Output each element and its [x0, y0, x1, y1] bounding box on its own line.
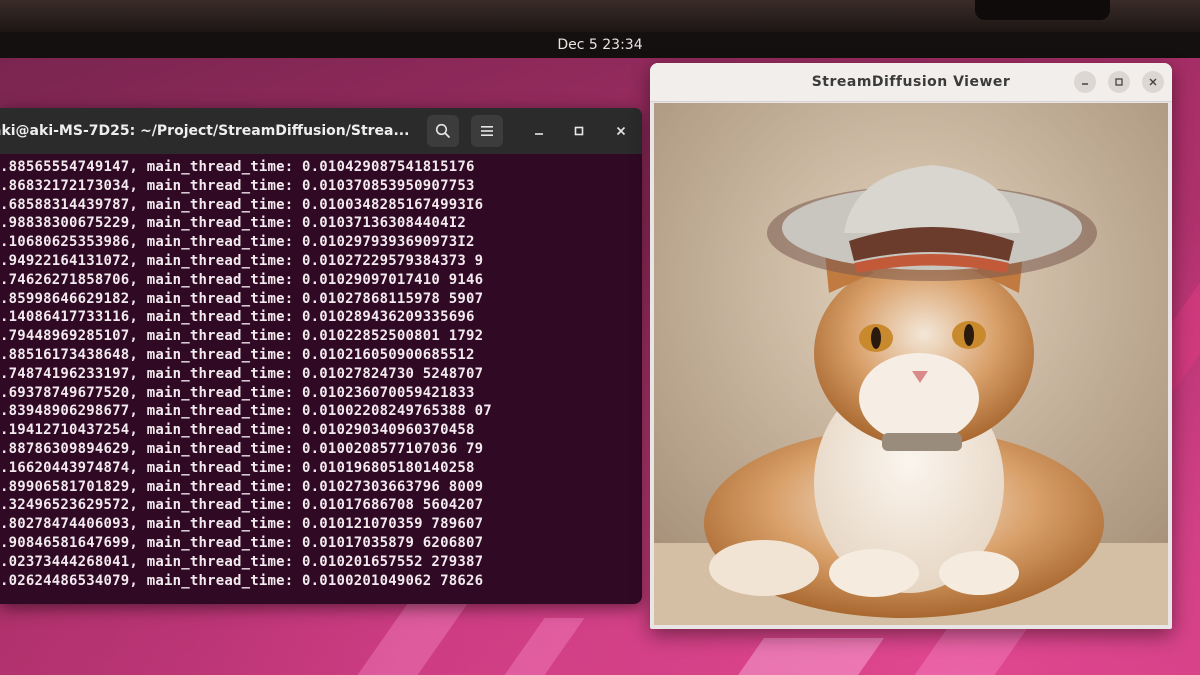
- wallpaper-streak: [348, 598, 472, 675]
- menu-button[interactable]: [471, 115, 503, 147]
- viewer-close-button[interactable]: [1142, 71, 1164, 93]
- terminal-header[interactable]: aki@aki-MS-7D25: ~/Project/StreamDiffusi…: [0, 108, 642, 154]
- viewer-maximize-button[interactable]: [1108, 71, 1130, 93]
- terminal-line: .02373444268041, main_thread_time: 0.010…: [0, 553, 484, 570]
- terminal-line: .69378749677520, main_thread_time: 0.010…: [0, 384, 475, 401]
- terminal-line: .74626271858706, main_thread_time: 0.010…: [0, 271, 484, 288]
- close-icon: [616, 126, 626, 136]
- close-icon: [1149, 78, 1157, 86]
- terminal-minimize-button[interactable]: [528, 120, 550, 142]
- viewer-window[interactable]: StreamDiffusion Viewer: [650, 63, 1172, 629]
- terminal-title: aki@aki-MS-7D25: ~/Project/StreamDiffusi…: [0, 123, 410, 139]
- terminal-line: .16620443974874, main_thread_time: 0.010…: [0, 459, 475, 476]
- terminal-close-button[interactable]: [610, 120, 632, 142]
- terminal-line: .19412710437254, main_thread_time: 0.010…: [0, 422, 475, 439]
- wallpaper-streak: [735, 638, 885, 675]
- monitor-bezel: [0, 0, 1200, 32]
- terminal-window[interactable]: aki@aki-MS-7D25: ~/Project/StreamDiffusi…: [0, 108, 642, 604]
- wallpaper-streak: [495, 618, 585, 675]
- terminal-line: .85998646629182, main_thread_time: 0.010…: [0, 290, 484, 307]
- terminal-line: .86832172173034, main_thread_time: 0.010…: [0, 177, 475, 194]
- terminal-line: .88516173438648, main_thread_time: 0.010…: [0, 346, 475, 363]
- generated-image: [654, 103, 1168, 625]
- minimize-icon: [1082, 83, 1088, 85]
- terminal-line: .79448969285107, main_thread_time: 0.010…: [0, 328, 484, 345]
- cat-with-hat-image: [654, 103, 1168, 625]
- search-icon: [435, 123, 451, 139]
- terminal-line: .98838300675229, main_thread_time: 0.010…: [0, 215, 466, 232]
- minimize-icon: [535, 133, 543, 135]
- terminal-line: .88565554749147, main_thread_time: 0.010…: [0, 159, 475, 175]
- search-button[interactable]: [427, 115, 459, 147]
- terminal-line: .90846581647699, main_thread_time: 0.010…: [0, 534, 484, 551]
- terminal-line: .32496523629572, main_thread_time: 0.010…: [0, 497, 484, 514]
- terminal-line: .02624486534079, main_thread_time: 0.010…: [0, 572, 484, 589]
- terminal-line: .94922164131072, main_thread_time: 0.010…: [0, 252, 484, 269]
- clock[interactable]: Dec 5 23:34: [557, 37, 642, 53]
- terminal-maximize-button[interactable]: [568, 120, 590, 142]
- terminal-line: .80278474406093, main_thread_time: 0.010…: [0, 516, 484, 533]
- terminal-line: .89906581701829, main_thread_time: 0.010…: [0, 478, 484, 495]
- maximize-icon: [1115, 78, 1123, 86]
- webcam-housing: [975, 0, 1110, 20]
- terminal-output[interactable]: .88565554749147, main_thread_time: 0.010…: [0, 154, 642, 604]
- top-panel: Dec 5 23:34: [0, 32, 1200, 58]
- terminal-line: .14086417733116, main_thread_time: 0.010…: [0, 309, 475, 326]
- terminal-line: .10680625353986, main_thread_time: 0.010…: [0, 234, 475, 251]
- terminal-line: .83948906298677, main_thread_time: 0.010…: [0, 403, 492, 420]
- viewer-minimize-button[interactable]: [1074, 71, 1096, 93]
- terminal-line: .74874196233197, main_thread_time: 0.010…: [0, 365, 484, 382]
- terminal-line: .88786309894629, main_thread_time: 0.010…: [0, 440, 484, 457]
- wallpaper-streak: [912, 628, 1028, 675]
- terminal-line: .68588314439787, main_thread_time: 0.010…: [0, 196, 484, 213]
- maximize-icon: [574, 126, 584, 136]
- viewer-header[interactable]: StreamDiffusion Viewer: [650, 63, 1172, 102]
- hamburger-menu-icon: [481, 126, 493, 136]
